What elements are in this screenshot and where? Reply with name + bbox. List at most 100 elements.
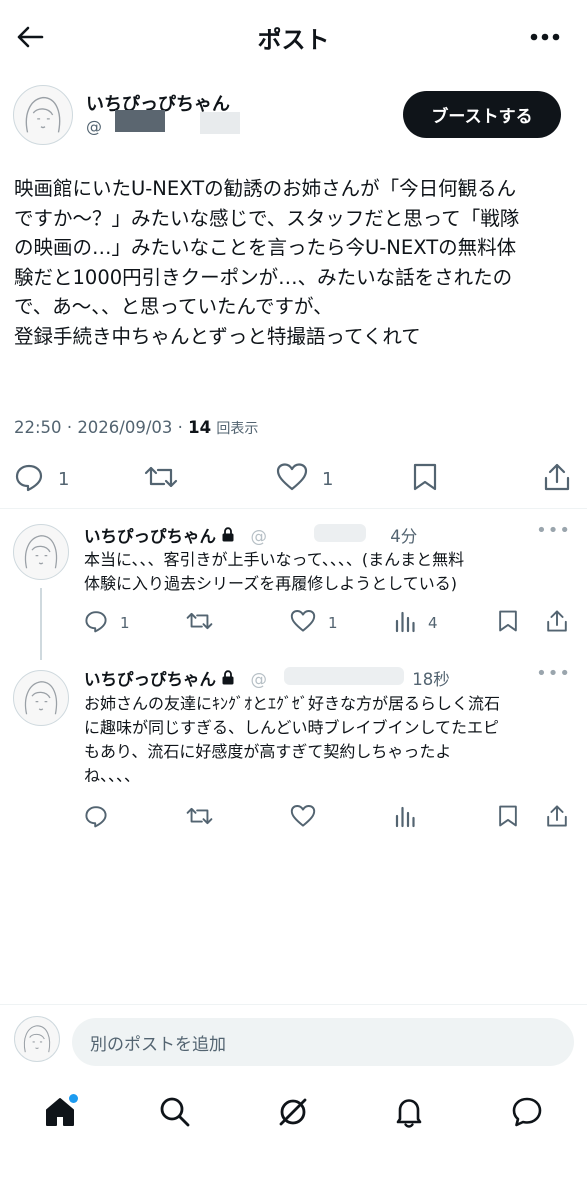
reply-author-handle[interactable]: @ [251, 670, 268, 689]
reply-line: お姉さんの友達にｷﾝｸﾞｵとｴｸﾞｾﾞ好きな方が居るらしく流石 [84, 694, 501, 713]
bookmark-icon [411, 462, 439, 497]
divider [0, 508, 587, 509]
reply-author-name[interactable]: いちぴっぴちゃん [84, 670, 216, 689]
avatar [14, 1016, 60, 1062]
nav-search[interactable] [153, 1092, 197, 1136]
more-icon[interactable]: ••• [536, 663, 571, 684]
views-icon [394, 609, 416, 637]
redaction-mark [115, 110, 165, 132]
redaction-mark [200, 112, 240, 134]
avatar[interactable] [13, 524, 69, 580]
views-count[interactable]: 14 [188, 418, 211, 437]
author-handle[interactable]: @ [86, 117, 102, 136]
more-icon[interactable] [529, 24, 561, 50]
like-button[interactable] [290, 804, 316, 832]
nav-home[interactable] [38, 1092, 82, 1136]
share-button[interactable] [542, 462, 572, 497]
search-icon [158, 1095, 192, 1133]
reply-button[interactable]: 1 [14, 462, 69, 497]
like-icon [290, 609, 316, 637]
reply-header: いちぴっぴちゃん @ 18秒 [84, 666, 450, 690]
share-button[interactable] [545, 804, 569, 832]
post-date: 2026/09/03 [77, 418, 173, 437]
reply-body: 本当に、、、客引きが上手いなって、、、、(まんまと無料 体験に入り過去シリーズを… [84, 548, 554, 596]
boost-button[interactable]: ブーストする [403, 91, 561, 138]
post-body: 映画館にいたU-NEXTの勧誘のお姉さんが「今日何観るん ですか〜？」みたいな感… [14, 174, 574, 351]
reply-header: いちぴっぴちゃん @ 4分 [84, 523, 417, 547]
page-title: ポスト [257, 26, 330, 54]
repost-button[interactable] [186, 804, 213, 832]
reply-time[interactable]: 4分 [390, 527, 417, 546]
like-button[interactable]: 1 [276, 462, 333, 497]
redaction-mark [284, 667, 404, 685]
repost-icon [186, 609, 213, 637]
header: ポスト [0, 0, 587, 74]
reply-line: ね、、、、 [84, 766, 141, 785]
view-count: 4 [428, 614, 438, 632]
like-icon [276, 462, 308, 497]
lock-icon [221, 527, 235, 546]
reply-time[interactable]: 18秒 [412, 670, 450, 689]
avatar[interactable] [13, 670, 69, 726]
post-line: 映画館にいたU-NEXTの勧誘のお姉さんが「今日何観るん [14, 177, 517, 200]
repost-icon [144, 462, 178, 497]
add-post-input[interactable]: 別のポストを追加 [72, 1018, 574, 1066]
reply-icon [14, 462, 44, 497]
reply-line: に趣味が同じすぎる、しんどい時ブレイブインしてたエピ [84, 718, 500, 737]
repost-button[interactable] [144, 462, 178, 497]
reply-line: 本当に、、、客引きが上手いなって、、、、(まんまと無料 [84, 550, 465, 569]
nav-messages[interactable] [505, 1092, 549, 1136]
bookmark-icon [497, 804, 519, 832]
more-icon[interactable]: ••• [536, 520, 571, 541]
post-line: ですか〜？」みたいな感じで、スタッフだと思って「戦隊 [14, 206, 520, 230]
views-label: 回表示 [216, 421, 259, 437]
share-button[interactable] [545, 609, 569, 637]
grok-icon [275, 1094, 311, 1134]
reply-icon [84, 804, 108, 832]
reply-author-name[interactable]: いちぴっぴちゃん [84, 527, 216, 546]
lock-icon [221, 670, 235, 689]
redaction-mark [314, 524, 366, 542]
notification-dot [69, 1094, 78, 1103]
post-line: 登録手続き中ちゃんとずっと特撮語ってくれて [14, 324, 421, 348]
repost-icon [186, 804, 213, 832]
reply-author-handle[interactable]: @ [251, 527, 268, 546]
post-line: で、あ〜、、と思っていたんですが、 [14, 295, 333, 318]
nav-grok[interactable] [271, 1092, 315, 1136]
reply-button[interactable] [84, 804, 108, 832]
nav-notifications[interactable] [387, 1092, 431, 1136]
post-line: 験だと1000円引きクーポンが…、みたいな話をされたの [14, 265, 513, 289]
meta-separator: · [66, 418, 78, 437]
like-button[interactable]: 1 [290, 609, 338, 637]
reply-body: お姉さんの友達にｷﾝｸﾞｵとｴｸﾞｾﾞ好きな方が居るらしく流石 に趣味が同じすぎ… [84, 692, 554, 788]
post-time: 22:50 [14, 418, 62, 437]
like-icon [290, 804, 316, 832]
like-count: 1 [322, 469, 334, 490]
avatar[interactable] [13, 85, 73, 145]
share-icon [545, 804, 569, 832]
reply-icon [84, 609, 108, 637]
thread-line [40, 588, 42, 660]
views-button[interactable] [394, 804, 416, 832]
reply-count: 1 [120, 614, 130, 632]
post-actions: 1 1 [0, 462, 587, 498]
reply-count: 1 [58, 469, 70, 490]
bookmark-button[interactable] [497, 804, 519, 832]
views-icon [394, 804, 416, 832]
share-icon [545, 609, 569, 637]
share-icon [542, 462, 572, 497]
bookmark-icon [497, 609, 519, 637]
views-button[interactable]: 4 [394, 609, 438, 637]
bookmark-button[interactable] [497, 609, 519, 637]
post-line: の映画の…」みたいなことを言ったら今U-NEXTの無料体 [14, 236, 517, 259]
bookmark-button[interactable] [411, 462, 439, 497]
repost-button[interactable] [186, 609, 213, 637]
reply-line: もあり、流石に好感度が高すぎて契約しちゃったよ [84, 742, 452, 761]
notifications-icon [392, 1095, 426, 1133]
meta-separator: · [177, 418, 189, 437]
post-meta: 22:50 · 2026/09/03 · 14 回表示 [14, 418, 258, 438]
messages-icon [510, 1095, 544, 1133]
reply-button[interactable]: 1 [84, 609, 130, 637]
divider [0, 1004, 587, 1005]
reply-line: 体験に入り過去シリーズを再履修しようとしている) [84, 574, 457, 593]
